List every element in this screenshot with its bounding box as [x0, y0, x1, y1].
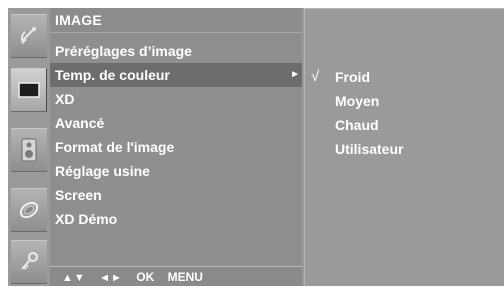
rail-item-lock[interactable] — [11, 240, 47, 284]
clock-icon — [19, 201, 39, 219]
menu-item-picture-presets[interactable]: Préréglages d’image — [50, 39, 302, 63]
submenu-item-label: Chaud — [335, 117, 379, 133]
menu-item-advanced[interactable]: Avancé — [50, 111, 302, 135]
submenu-item-label: Moyen — [335, 93, 380, 109]
color-temperature-submenu: √ Froid Moyen Chaud Utilisateur — [304, 8, 504, 286]
menu-item-label: XD — [55, 91, 75, 107]
checkmark-icon: √ — [311, 68, 320, 85]
menu-item-label: XD Démo — [55, 211, 118, 227]
menu-title: IMAGE — [55, 12, 102, 28]
menu-item-xd[interactable]: XD — [50, 87, 302, 111]
rail-item-time[interactable] — [11, 188, 47, 232]
menu-item-factory-reset[interactable]: Réglage usine — [50, 159, 302, 183]
left-right-arrows-icon: ◄► — [99, 272, 123, 284]
submenu-item-warm[interactable]: Chaud — [305, 113, 504, 137]
menu-header: IMAGE — [50, 8, 302, 33]
menu-item-label: Avancé — [55, 115, 105, 131]
satellite-dish-icon — [20, 27, 36, 44]
menu-item-color-temperature[interactable]: Temp. de couleur ► — [50, 63, 302, 87]
menu-item-label: Réglage usine — [55, 163, 150, 179]
menu-list: Préréglages d’image Temp. de couleur ► X… — [50, 39, 302, 231]
up-down-arrows-icon: ▲▼ — [62, 272, 86, 284]
menu-item-screen[interactable]: Screen — [50, 183, 302, 207]
menu-item-label: Screen — [55, 187, 102, 203]
menu-item-label: Temp. de couleur — [55, 67, 170, 83]
submenu-list: √ Froid Moyen Chaud Utilisateur — [305, 65, 504, 161]
submenu-item-label: Utilisateur — [335, 141, 404, 157]
menu-item-xd-demo[interactable]: XD Démo — [50, 207, 302, 231]
rail-item-setup[interactable] — [11, 14, 47, 58]
menu-item-label: Format de l'image — [55, 139, 175, 155]
screen-icon — [17, 82, 40, 98]
submenu-item-user[interactable]: Utilisateur — [305, 137, 504, 161]
ok-hint: OK — [136, 270, 155, 284]
key-icon — [21, 252, 38, 270]
submenu-item-label: Froid — [335, 69, 370, 85]
menu-item-label: Préréglages d’image — [55, 43, 192, 59]
submenu-arrow-icon: ► — [290, 69, 300, 80]
category-rail — [8, 8, 50, 286]
speaker-icon — [21, 138, 37, 162]
submenu-item-medium[interactable]: Moyen — [305, 89, 504, 113]
menu-item-aspect-ratio[interactable]: Format de l'image — [50, 135, 302, 159]
navigation-hint-bar: ▲▼ ◄► OK MENU — [50, 266, 302, 286]
submenu-item-cool[interactable]: √ Froid — [305, 65, 504, 89]
rail-item-audio[interactable] — [11, 128, 47, 172]
osd-menu: IMAGE Préréglages d’image Temp. de coule… — [8, 8, 504, 286]
menu-hint: MENU — [167, 270, 203, 284]
image-menu-panel: IMAGE Préréglages d’image Temp. de coule… — [50, 8, 302, 286]
rail-item-image[interactable] — [11, 68, 47, 112]
